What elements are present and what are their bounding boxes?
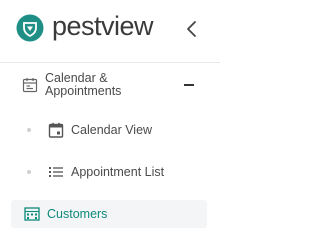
- nav-item-customers[interactable]: Customers: [11, 200, 207, 228]
- nav-item-label: Calendar View: [71, 123, 153, 137]
- building-icon: [24, 207, 40, 221]
- bullet-dot: [27, 170, 31, 174]
- chevron-left-icon[interactable]: [184, 20, 200, 38]
- nav-item-calendar-view[interactable]: Calendar View: [14, 115, 210, 145]
- calendar-event-icon: [48, 122, 64, 138]
- minus-icon[interactable]: [184, 84, 194, 86]
- sidebar-header: pestview: [0, 0, 220, 62]
- nav-group-label: Calendar & Appointments: [45, 71, 122, 98]
- calendar-icon: [22, 78, 38, 93]
- nav-item-label: Appointment List: [71, 165, 165, 179]
- bullet-dot: [27, 128, 31, 132]
- list-icon: [49, 167, 63, 177]
- pestview-logo-icon: [16, 14, 44, 42]
- nav-group-calendar-appointments[interactable]: Calendar & Appointments: [14, 70, 210, 102]
- brand-name: pestview: [52, 11, 154, 41]
- nav-item-appointment-list[interactable]: Appointment List: [14, 157, 210, 187]
- nav-item-label: Customers: [47, 207, 108, 221]
- header-divider: [0, 62, 220, 63]
